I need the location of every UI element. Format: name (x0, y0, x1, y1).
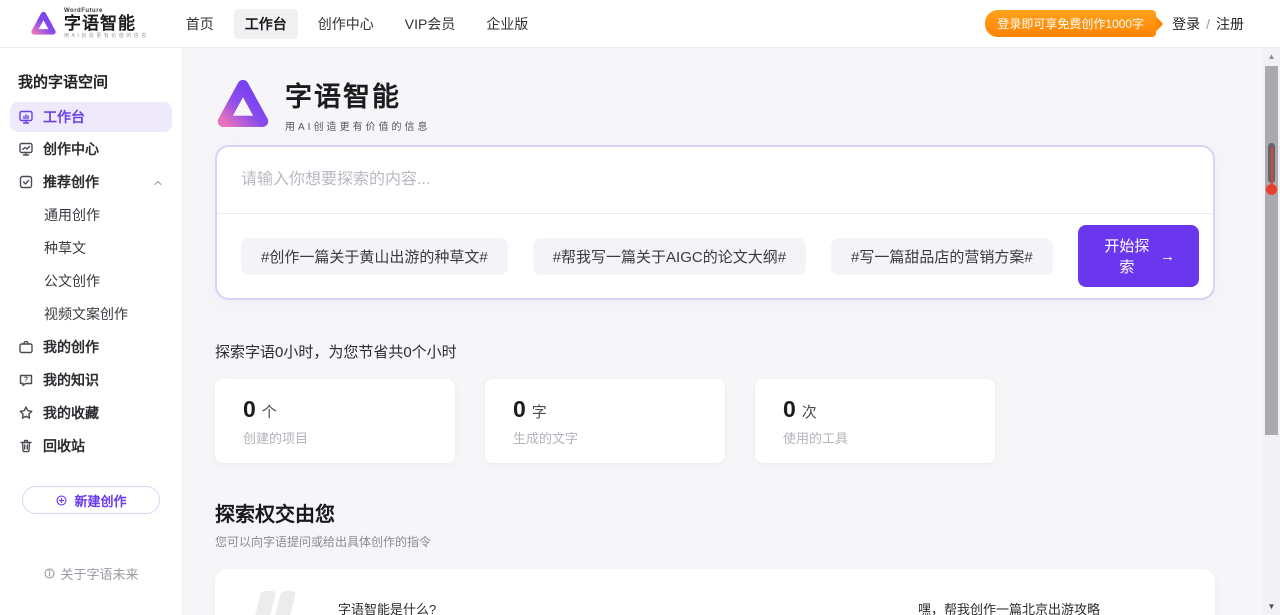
suggestion-chip-dessert[interactable]: #写一篇甜品店的营销方案# (831, 238, 1053, 275)
start-explore-button[interactable]: 开始探索 → (1078, 225, 1199, 287)
navbar-logo[interactable]: WordFuture 字语智能 用AI创造更有价值的信息 (30, 8, 149, 39)
sidebar-item-creation-center[interactable]: 创作中心 (0, 132, 182, 165)
main-content: 字语智能 用AI创造更有价值的信息 #创作一篇关于黄山出游的种草文# #帮我写一… (183, 48, 1263, 615)
chevron-up-icon[interactable] (152, 176, 164, 188)
briefcase-icon (18, 339, 34, 355)
explore-section-subtitle: 您可以向字语提问或给出具体创作的指令 (215, 533, 1263, 550)
stat-caption: 使用的工具 (783, 428, 967, 447)
sidebar-item-recycle-bin[interactable]: 回收站 (0, 429, 182, 462)
qa-example-question: 字语智能是什么? (338, 599, 436, 615)
thermometer-marker-icon (1266, 143, 1277, 195)
sidebar-item-official-doc[interactable]: 公文创作 (0, 264, 182, 297)
auth-divider: / (1206, 16, 1210, 32)
star-icon (18, 405, 34, 421)
sidebar-item-recommended[interactable]: 推荐创作 (0, 165, 182, 198)
sidebar-item-label: 种草文 (44, 238, 86, 258)
login-promo-badge[interactable]: 登录即可享免费创作1000字 (985, 10, 1156, 37)
recommended-check-icon (18, 174, 34, 190)
explore-search-card: #创作一篇关于黄山出游的种草文# #帮我写一篇关于AIGC的论文大纲# #写一篇… (215, 145, 1215, 300)
sidebar-item-label: 创作中心 (43, 139, 99, 159)
new-creation-label: 新建创作 (74, 491, 126, 510)
stat-unit: 字 (532, 404, 547, 421)
top-navbar: WordFuture 字语智能 用AI创造更有价值的信息 首页 工作台 创作中心… (0, 0, 1280, 48)
sidebar-item-label: 公文创作 (44, 271, 100, 291)
sidebar: 我的字语空间 工作台 创作中心 推荐创作 通用创作 种草文 (0, 48, 183, 615)
qa-example-prompt: 嘿，帮我创作一篇北京出游攻略 (918, 599, 1100, 615)
about-link[interactable]: 关于字语未来 (0, 564, 182, 583)
plus-circle-icon (55, 494, 68, 507)
auth-links: 登录 / 注册 (1172, 14, 1244, 34)
about-link-label: 关于字语未来 (60, 564, 138, 583)
login-link[interactable]: 登录 (1172, 14, 1200, 34)
nav-item-enterprise[interactable]: 企业版 (475, 9, 539, 39)
vertical-scrollbar[interactable]: ▲ ▼ (1263, 48, 1280, 615)
info-circle-icon (43, 567, 56, 580)
explore-section-title: 探索权交由您 (215, 498, 1263, 527)
sidebar-item-label: 我的创作 (43, 337, 99, 357)
scroll-down-arrow-icon[interactable]: ▼ (1263, 602, 1280, 611)
qa-example-card: 字语智能是什么? 嘿，帮我创作一篇北京出游攻略 (215, 569, 1215, 615)
trash-icon (18, 438, 34, 454)
brand-triangle-icon-large (215, 76, 271, 132)
sidebar-item-my-favorites[interactable]: 我的收藏 (0, 396, 182, 429)
hero-brand-name: 字语智能 (285, 75, 430, 114)
brand-tagline-small: 用AI创造更有价值的信息 (64, 34, 149, 39)
brand-name: 字语智能 (64, 15, 149, 32)
nav-item-creation-center[interactable]: 创作中心 (307, 9, 385, 39)
sidebar-item-label: 通用创作 (44, 205, 100, 225)
suggestion-chips-row: #创作一篇关于黄山出游的种草文# #帮我写一篇关于AIGC的论文大纲# #写一篇… (217, 213, 1213, 298)
nav-item-home[interactable]: 首页 (175, 9, 225, 39)
hero-brand-tagline: 用AI创造更有价值的信息 (285, 118, 430, 133)
register-link[interactable]: 注册 (1216, 14, 1244, 34)
arrow-right-icon: → (1160, 248, 1175, 265)
suggestion-chip-aigc[interactable]: #帮我写一篇关于AIGC的论文大纲# (533, 238, 806, 275)
question-bubble-icon: ? (18, 372, 34, 388)
suggestion-chip-huangshan[interactable]: #创作一篇关于黄山出游的种草文# (241, 238, 508, 275)
stats-summary: 探索字语0小时，为您节省共0个小时 (215, 341, 1263, 362)
stat-card-tools: 0次 使用的工具 (755, 379, 995, 463)
sidebar-item-general-creation[interactable]: 通用创作 (0, 198, 182, 231)
sidebar-item-label: 我的知识 (43, 370, 99, 390)
stat-unit: 次 (802, 404, 817, 421)
sidebar-item-my-knowledge[interactable]: ? 我的知识 (0, 363, 182, 396)
nav-item-workbench[interactable]: 工作台 (234, 9, 298, 39)
svg-text:?: ? (24, 376, 28, 383)
sidebar-title: 我的字语空间 (18, 71, 182, 92)
sidebar-item-label: 工作台 (43, 107, 85, 127)
sidebar-item-label: 视频文案创作 (44, 304, 128, 324)
scrollbar-thumb[interactable] (1265, 66, 1278, 435)
stat-card-projects: 0个 创建的项目 (215, 379, 455, 463)
stat-value: 0 (783, 396, 796, 422)
explore-search-input[interactable] (217, 147, 1213, 213)
stat-caption: 生成的文字 (513, 428, 697, 447)
new-creation-button[interactable]: 新建创作 (22, 486, 160, 514)
sidebar-item-label: 我的收藏 (43, 403, 99, 423)
quote-icon (257, 591, 292, 615)
sidebar-item-my-creations[interactable]: 我的创作 (0, 330, 182, 363)
start-explore-label: 开始探索 (1102, 235, 1152, 277)
stat-value: 0 (243, 396, 256, 422)
sidebar-item-label: 推荐创作 (43, 172, 99, 192)
sidebar-item-grass-article[interactable]: 种草文 (0, 231, 182, 264)
stat-card-words: 0字 生成的文字 (485, 379, 725, 463)
sidebar-item-label: 回收站 (43, 436, 85, 456)
stat-caption: 创建的项目 (243, 428, 427, 447)
stat-value: 0 (513, 396, 526, 422)
sidebar-item-video-copy[interactable]: 视频文案创作 (0, 297, 182, 330)
workbench-monitor-icon (18, 109, 34, 125)
sidebar-item-workbench[interactable]: 工作台 (10, 102, 172, 132)
navbar-menu: 首页 工作台 创作中心 VIP会员 企业版 (175, 9, 540, 39)
creation-center-monitor-icon (18, 141, 34, 157)
scroll-up-arrow-icon[interactable]: ▲ (1263, 52, 1280, 61)
stats-row: 0个 创建的项目 0字 生成的文字 0次 使用的工具 (215, 379, 1263, 463)
stat-unit: 个 (262, 404, 277, 421)
nav-item-vip[interactable]: VIP会员 (394, 9, 467, 39)
hero-brand: 字语智能 用AI创造更有价值的信息 (215, 75, 1263, 133)
brand-triangle-icon (30, 10, 57, 37)
